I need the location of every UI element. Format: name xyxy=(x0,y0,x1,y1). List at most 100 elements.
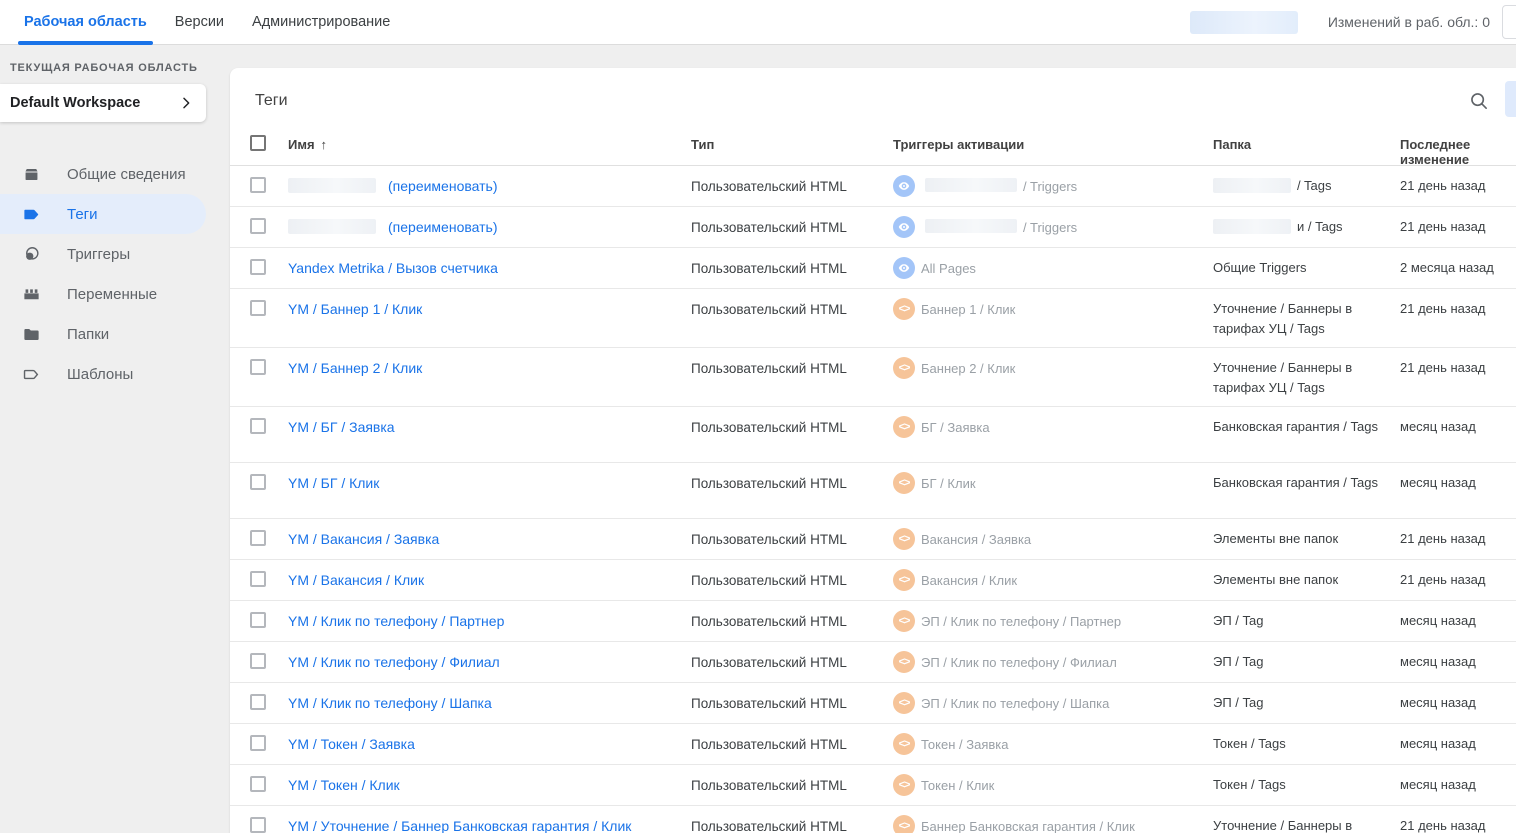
table-row: (переименовать) Пользовательский HTML / … xyxy=(230,207,1516,248)
sidebar-item-overview[interactable]: Общие сведения xyxy=(0,154,206,194)
workspace-changes-label: Изменений в раб. обл.: 0 xyxy=(1328,14,1490,30)
tag-type: Пользовательский HTML xyxy=(691,407,893,444)
row-checkbox[interactable] xyxy=(250,817,266,833)
row-checkbox[interactable] xyxy=(250,612,266,628)
search-button[interactable] xyxy=(1468,89,1492,113)
rename-link[interactable]: (переименовать) xyxy=(388,219,497,235)
row-checkbox[interactable] xyxy=(250,418,266,434)
row-checkbox[interactable] xyxy=(250,735,266,751)
tag-name-link[interactable]: YM / Баннер 1 / Клик xyxy=(288,301,422,317)
redacted-folder xyxy=(1213,178,1291,193)
row-checkbox[interactable] xyxy=(250,218,266,234)
tag-type: Пользовательский HTML xyxy=(691,642,893,679)
tag-name-link[interactable]: YM / Клик по телефону / Партнер xyxy=(288,613,504,629)
redacted-name xyxy=(288,219,376,234)
sidebar-menu: Общие сведения Теги Триггеры Переменные … xyxy=(0,154,230,394)
row-checkbox[interactable] xyxy=(250,259,266,275)
column-header-folder[interactable]: Папка xyxy=(1213,133,1400,167)
trigger-label: БГ / Заявка xyxy=(921,419,990,438)
pageview-trigger-icon xyxy=(893,257,915,279)
code-trigger-icon: <> xyxy=(893,774,915,796)
column-header-name[interactable]: Имя↑ xyxy=(288,133,691,167)
tag-name-link[interactable]: YM / Клик по телефону / Шапка xyxy=(288,695,492,711)
tab-workspace[interactable]: Рабочая область xyxy=(10,0,161,44)
folder-label: Элементы вне папок xyxy=(1213,572,1338,587)
trigger-label: БГ / Клик xyxy=(921,475,976,494)
sidebar-item-label: Триггеры xyxy=(67,246,130,263)
tag-name-link[interactable]: YM / БГ / Клик xyxy=(288,475,379,491)
row-checkbox[interactable] xyxy=(250,530,266,546)
sidebar-item-label: Общие сведения xyxy=(67,166,186,183)
select-all-checkbox[interactable] xyxy=(250,135,266,151)
table-row: (переименовать) Пользовательский HTML / … xyxy=(230,166,1516,207)
folder-label: Уточнение / Баннеры в тарифах УЦ / Tags xyxy=(1213,818,1352,833)
tag-name-link[interactable]: YM / Вакансия / Заявка xyxy=(288,531,439,547)
sidebar-item-trigger[interactable]: Триггеры xyxy=(0,234,206,274)
code-trigger-icon: <> xyxy=(893,651,915,673)
tag-name-link[interactable]: YM / Клик по телефону / Филиал xyxy=(288,654,500,670)
folder-label: Уточнение / Баннеры в тарифах УЦ / Tags xyxy=(1213,360,1352,395)
tag-type: Пользовательский HTML xyxy=(691,724,893,761)
sidebar-item-folder[interactable]: Папки xyxy=(0,314,206,354)
sort-ascending-icon: ↑ xyxy=(321,137,328,152)
sidebar-item-tag[interactable]: Теги xyxy=(0,194,206,234)
row-checkbox[interactable] xyxy=(250,571,266,587)
folder-label: и / Tags xyxy=(1297,219,1343,234)
folder-label: ЭП / Tag xyxy=(1213,654,1263,669)
tag-name-link[interactable]: YM / Токен / Заявка xyxy=(288,736,415,752)
current-workspace-label: ТЕКУЩАЯ РАБОЧАЯ ОБЛАСТЬ xyxy=(10,62,230,74)
tag-type: Пользовательский HTML xyxy=(691,289,893,326)
trigger-label: Вакансия / Заявка xyxy=(921,531,1031,550)
table-row: YM / Токен / Клик Пользовательский HTML … xyxy=(230,765,1516,806)
tab-admin[interactable]: Администрирование xyxy=(238,0,404,44)
tag-name-link[interactable]: YM / БГ / Заявка xyxy=(288,419,395,435)
new-tag-button-partial[interactable] xyxy=(1505,81,1516,117)
preview-button-partial[interactable] xyxy=(1502,5,1516,39)
tag-type: Пользовательский HTML xyxy=(691,601,893,638)
container-id-redacted xyxy=(1190,11,1298,34)
tag-type: Пользовательский HTML xyxy=(691,519,893,556)
folder-label: Токен / Tags xyxy=(1213,777,1286,792)
last-modified: 21 день назад xyxy=(1400,806,1516,833)
tag-type: Пользовательский HTML xyxy=(691,207,893,244)
row-checkbox[interactable] xyxy=(250,653,266,669)
sidebar: ТЕКУЩАЯ РАБОЧАЯ ОБЛАСТЬ Default Workspac… xyxy=(0,45,230,833)
row-checkbox[interactable] xyxy=(250,474,266,490)
column-header-type[interactable]: Тип xyxy=(691,133,893,167)
variables-icon xyxy=(22,285,41,304)
trigger-label: Вакансия / Клик xyxy=(921,572,1017,591)
column-header-triggers[interactable]: Триггеры активации xyxy=(893,133,1213,167)
last-modified: 2 месяца назад xyxy=(1400,248,1516,284)
tab-versions[interactable]: Версии xyxy=(161,0,238,44)
workspace-selector[interactable]: Default Workspace xyxy=(0,84,206,122)
tag-type: Пользовательский HTML xyxy=(691,166,893,203)
sidebar-item-variables[interactable]: Переменные xyxy=(0,274,206,314)
folder-label: / Tags xyxy=(1297,178,1331,193)
table-row: YM / Баннер 1 / Клик Пользовательский HT… xyxy=(230,289,1516,348)
folder-label: Банковская гарантия / Tags xyxy=(1213,475,1378,490)
code-trigger-icon: <> xyxy=(893,472,915,494)
sidebar-item-template[interactable]: Шаблоны xyxy=(0,354,206,394)
column-header-modified[interactable]: Последнее изменение xyxy=(1400,133,1516,167)
tag-name-link[interactable]: YM / Уточнение / Баннер Банковская гаран… xyxy=(288,818,631,833)
page-title: Теги xyxy=(255,92,288,110)
row-checkbox[interactable] xyxy=(250,177,266,193)
tag-name-link[interactable]: YM / Вакансия / Клик xyxy=(288,572,424,588)
template-icon xyxy=(22,365,41,384)
last-modified: 21 день назад xyxy=(1400,348,1516,384)
tag-name-link[interactable]: YM / Токен / Клик xyxy=(288,777,400,793)
row-checkbox[interactable] xyxy=(250,776,266,792)
row-checkbox[interactable] xyxy=(250,359,266,375)
tag-type: Пользовательский HTML xyxy=(691,348,893,385)
folder-label: Токен / Tags xyxy=(1213,736,1286,751)
tag-name-link[interactable]: Yandex Metrika / Вызов счетчика xyxy=(288,260,498,276)
rename-link[interactable]: (переименовать) xyxy=(388,178,497,194)
last-modified: месяц назад xyxy=(1400,407,1516,443)
table-row: YM / Клик по телефону / Шапка Пользовате… xyxy=(230,683,1516,724)
table-row: YM / Вакансия / Заявка Пользовательский … xyxy=(230,519,1516,560)
tag-name-link[interactable]: YM / Баннер 2 / Клик xyxy=(288,360,422,376)
pageview-trigger-icon xyxy=(893,216,915,238)
trigger-label: Токен / Заявка xyxy=(921,736,1008,755)
row-checkbox[interactable] xyxy=(250,694,266,710)
row-checkbox[interactable] xyxy=(250,300,266,316)
